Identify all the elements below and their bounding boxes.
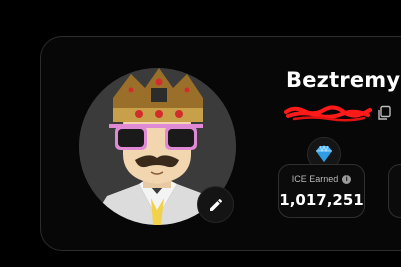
diamond-icon [316, 145, 332, 162]
redacted-wallet-address [284, 105, 372, 122]
stat-label: ICE Earned [291, 174, 339, 184]
secondary-stat-card [388, 164, 401, 218]
stat-value: 1,017,251 [279, 191, 364, 209]
username: Beztremyo [286, 68, 401, 92]
copy-icon[interactable] [376, 105, 392, 121]
profile-screen: Beztremyo ICE Earned i 1,017,251 [0, 0, 401, 267]
edit-avatar-button[interactable] [197, 186, 234, 223]
pencil-icon [209, 198, 222, 211]
info-icon[interactable]: i [342, 174, 352, 184]
ice-earned-stat: ICE Earned i 1,017,251 [278, 164, 365, 218]
